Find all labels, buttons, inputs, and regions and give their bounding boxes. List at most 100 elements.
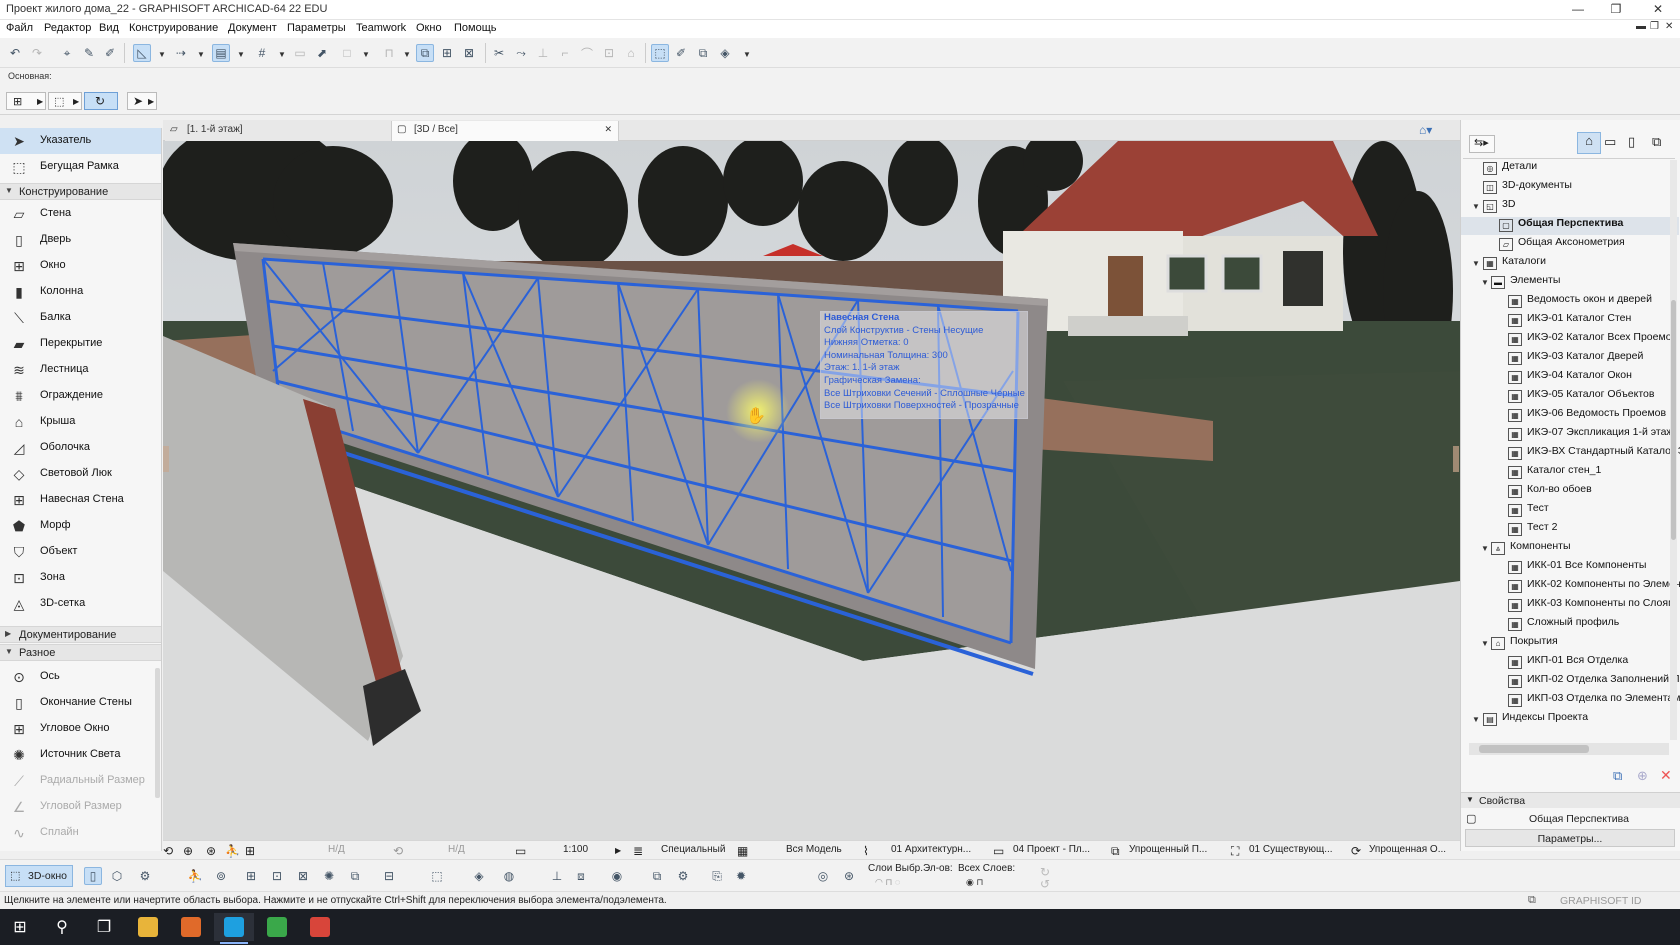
3d-viewport[interactable]: ✋ xyxy=(163,141,1460,841)
dropdown-caret-icon[interactable]: ▼ xyxy=(237,50,245,59)
suspend-groups-icon[interactable]: ⧉ xyxy=(416,44,434,62)
override-select[interactable]: Упрощенный П... xyxy=(1129,844,1207,855)
render-icon[interactable]: ◈ xyxy=(716,44,734,62)
menu-design[interactable]: Конструирование xyxy=(129,22,218,34)
pen-set-icon[interactable]: ⌇ xyxy=(863,844,869,858)
walk-icon[interactable]: ⛹ xyxy=(225,844,240,858)
clone-folder-icon[interactable]: ⧉ xyxy=(1613,768,1622,784)
ruler-icon[interactable]: ▭ xyxy=(515,844,526,858)
undo-layer-icon[interactable]: ↺ xyxy=(1040,877,1050,891)
app-green-icon[interactable] xyxy=(257,913,297,941)
perspective-mode-icon[interactable]: ▯ xyxy=(84,867,102,885)
all-layer-eye-icon[interactable]: ◉ ⊓ xyxy=(966,877,983,888)
nav-item[interactable]: ◫ 3D-документы xyxy=(1483,179,1572,197)
nav-item[interactable]: ▦ ИКЭ-04 Каталог Окон xyxy=(1508,369,1632,387)
new-view-icon[interactable]: ⊕ xyxy=(1637,768,1648,784)
dimension-select[interactable]: 04 Проект - Пл... xyxy=(1013,844,1090,855)
maximize-button[interactable]: ❐ xyxy=(1598,0,1634,20)
eye-icon[interactable]: ◎ xyxy=(814,867,832,885)
orbit-icon[interactable]: ⊛ xyxy=(206,844,216,858)
layer-eye-icon[interactable]: ◠ ⊓ ◌ xyxy=(875,877,900,888)
nav-item[interactable]: ▦ ИКЭ-ВХ Стандартный Каталог Э xyxy=(1508,445,1680,463)
settings-3d-icon[interactable]: ⚙ xyxy=(674,867,692,885)
snap-guides-icon[interactable]: ⇢ xyxy=(172,44,190,62)
arrow-select-icon[interactable]: ➤ ▶ xyxy=(127,92,157,110)
geometry-method-icon[interactable]: ⊞ ▶ xyxy=(6,92,46,110)
file-explorer-icon[interactable] xyxy=(128,913,168,941)
filter-icon[interactable]: ◍ xyxy=(500,867,518,885)
nav-item[interactable]: ▦ Каталог стен_1 xyxy=(1508,464,1601,482)
sun-icon[interactable]: ✺ xyxy=(320,867,338,885)
walk-mode-icon[interactable]: ⛹ xyxy=(186,867,204,885)
tool-window[interactable]: ⊞ Окно xyxy=(0,253,161,279)
right-edge-handle[interactable] xyxy=(1453,446,1459,472)
chevron-down-icon[interactable]: ▼ xyxy=(1472,259,1480,268)
menu-document[interactable]: Документ xyxy=(228,22,277,34)
task-view-icon[interactable]: ❐ xyxy=(84,913,124,941)
eyedropper-icon[interactable]: ✎ xyxy=(80,44,98,62)
nav-item[interactable]: ▦ Кол-во обоев xyxy=(1508,483,1592,501)
layers-icon[interactable]: ≣ xyxy=(633,844,643,858)
tab-3d[interactable]: ▢ [3D / Все] ✕ xyxy=(391,121,619,141)
tool-object[interactable]: ⛉ Объект xyxy=(0,539,161,565)
navigation-icon[interactable]: ⚙ xyxy=(136,867,154,885)
camera-icon[interactable]: ◉ xyxy=(608,867,626,885)
nav-item[interactable]: ◱ 3D xyxy=(1483,198,1515,216)
chevron-down-icon[interactable]: ▼ xyxy=(1481,639,1489,648)
group-misc[interactable]: ▼ Разное xyxy=(0,644,161,661)
tool-stair[interactable]: ≋ Лестница xyxy=(0,357,161,383)
section-icon[interactable]: ⊞ xyxy=(438,44,456,62)
chevron-down-icon[interactable]: ▼ xyxy=(1481,544,1489,553)
tool-corner-window[interactable]: ⊞ Угловое Окно xyxy=(0,716,161,742)
dimension-icon[interactable]: ▭ xyxy=(993,844,1004,858)
parameters-button[interactable]: Параметры... xyxy=(1465,829,1675,847)
app-orange-icon[interactable] xyxy=(171,913,211,941)
marquee-3d-icon[interactable]: ⊠ xyxy=(294,867,312,885)
navigator-options-icon[interactable]: ⇆▸ xyxy=(1469,135,1495,153)
tool-beam[interactable]: ⟍ Балка xyxy=(0,305,161,331)
app-red-icon[interactable] xyxy=(300,913,340,941)
redo-icon[interactable]: ↷ xyxy=(28,44,46,62)
pen-set-select[interactable]: 01 Архитектурн... xyxy=(891,844,971,855)
nav-item[interactable]: ▦ ИКЭ-06 Ведомость Проемов xyxy=(1508,407,1666,425)
group-document[interactable]: ▶ Документирование xyxy=(0,626,161,643)
3d-window-button[interactable]: ⬚ 3D-окно xyxy=(5,865,73,887)
tool-railing[interactable]: ⩩ Ограждение xyxy=(0,383,161,409)
model-view-icon[interactable]: ▦ xyxy=(737,844,748,858)
dropdown-caret-icon[interactable]: ▼ xyxy=(197,50,205,59)
render-3d-icon[interactable]: ◈ xyxy=(470,867,488,885)
nav-item[interactable]: ▦ ИКК-03 Компоненты по Слоям xyxy=(1508,597,1675,615)
fit-icon[interactable]: ⊞ xyxy=(245,844,255,858)
tool-column[interactable]: ▮ Колонна xyxy=(0,279,161,305)
tool-roof[interactable]: ⌂ Крыша xyxy=(0,409,161,435)
find-select-icon[interactable]: ⌖ xyxy=(58,44,76,62)
tool-wall[interactable]: ▱ Стена xyxy=(0,201,161,227)
tool-slab[interactable]: ▰ Перекрытие xyxy=(0,331,161,357)
eye-plus-icon[interactable]: ⊛ xyxy=(840,867,858,885)
nav-item[interactable]: ▦ ИКП-01 Вся Отделка xyxy=(1508,654,1628,672)
detail-icon[interactable]: ⊠ xyxy=(460,44,478,62)
tool-3d-mesh[interactable]: ◬ 3D-сетка xyxy=(0,591,161,617)
archicad-icon[interactable] xyxy=(214,913,254,941)
nav-item[interactable]: ▦ ИКЭ-07 Экспликация 1-й этаж xyxy=(1508,426,1673,444)
tab-floor-plan[interactable]: ▱ [1. 1-й этаж] xyxy=(165,121,393,141)
nav-item-selected[interactable]: ▢ Общая Перспектива xyxy=(1461,217,1679,235)
movie-icon[interactable]: ⎘ xyxy=(708,867,726,885)
view-map-icon[interactable]: ▭ xyxy=(1604,134,1616,150)
undo-view-icon[interactable]: ⟲ xyxy=(163,844,173,858)
dropdown-caret-icon[interactable]: ▼ xyxy=(278,50,286,59)
3d-cut-icon[interactable]: ✐ xyxy=(672,44,690,62)
tool-wall-end[interactable]: ▯ Окончание Стены xyxy=(0,690,161,716)
axonometry-mode-icon[interactable]: ⬡ xyxy=(108,867,126,885)
window-icon[interactable]: ⧉ xyxy=(1528,894,1536,907)
tool-marquee[interactable]: ⬚ Бегущая Рамка xyxy=(0,154,161,180)
nav-item[interactable]: ▦ Тест 2 xyxy=(1508,521,1557,539)
close-window-button[interactable]: ✕ xyxy=(1640,0,1676,20)
3d-window-icon[interactable]: ⬚ xyxy=(651,44,669,62)
doc-close-icon[interactable]: ✕ xyxy=(1665,21,1673,32)
shading-icon[interactable]: ⧉ xyxy=(346,867,364,885)
nav-item[interactable]: ▦ ИКЭ-01 Каталог Стен xyxy=(1508,312,1631,330)
nd-value-1[interactable]: Н/Д xyxy=(328,844,345,855)
tool-pointer[interactable]: ➤ Указатель xyxy=(0,128,161,154)
renovation-icon[interactable]: ⛶ xyxy=(1231,844,1239,859)
